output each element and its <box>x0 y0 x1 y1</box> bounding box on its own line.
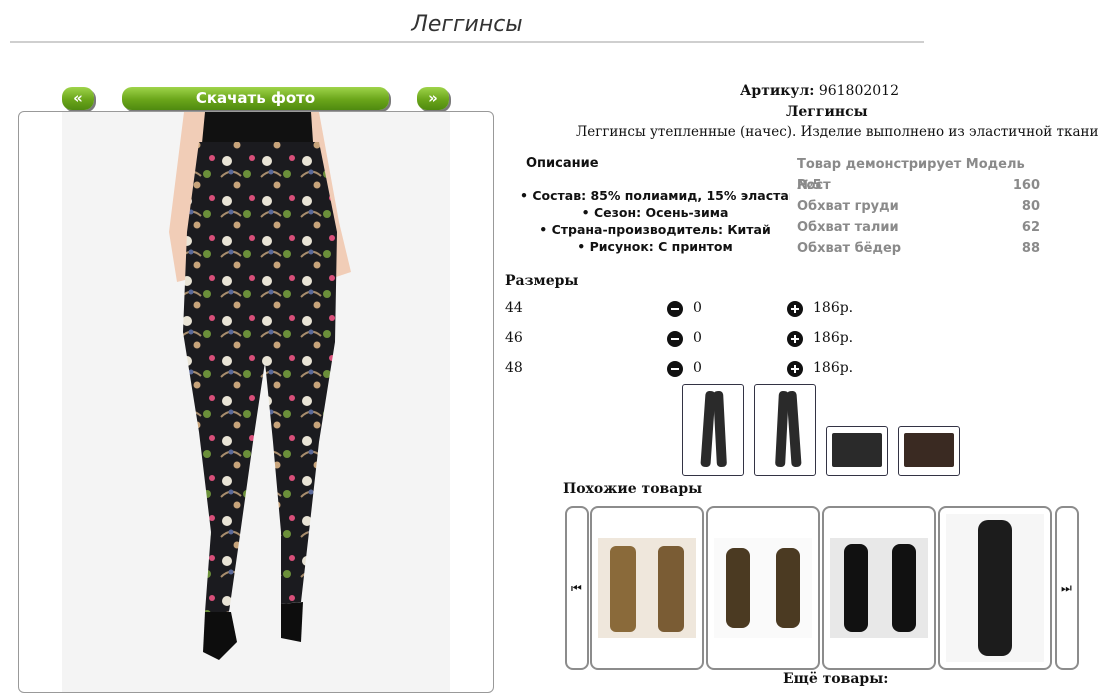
model-row: Обхват груди 80 <box>797 196 1040 217</box>
size-row: 48 0 186р. <box>505 360 905 380</box>
main-product-photo[interactable] <box>18 111 494 693</box>
model-row-label: Рост <box>797 178 831 193</box>
minus-circle-icon[interactable] <box>667 361 683 377</box>
size-row: 46 0 186р. <box>505 330 905 350</box>
similar-product-card[interactable] <box>590 506 704 670</box>
model-row-value: 88 <box>1021 241 1040 256</box>
similar-product-image <box>946 514 1044 662</box>
sizes-title: Размеры <box>505 273 579 289</box>
skip-back-icon: ⏮ <box>571 581 582 595</box>
size-qty: 0 <box>693 330 702 346</box>
model-row: Обхват бёдер 88 <box>797 238 1040 259</box>
description-item: Сезон: Осень-зима <box>520 204 790 221</box>
model-header-text: Товар демонстрирует Модель №5 <box>797 157 1025 193</box>
size-qty: 0 <box>693 300 702 316</box>
thumb-figure <box>786 390 802 468</box>
figure-shape <box>776 548 800 628</box>
title-divider <box>10 41 924 43</box>
minus-circle-icon[interactable] <box>667 331 683 347</box>
description-item: Страна-производитель: Китай <box>520 221 790 238</box>
minus-circle-icon[interactable] <box>667 301 683 317</box>
download-photo-button[interactable]: Скачать фото <box>122 87 389 110</box>
size-price: 186р. <box>813 330 854 346</box>
product-name: Леггинсы <box>786 104 868 120</box>
description-list: Состав: 85% полиамид, 15% эластан Сезон:… <box>520 187 790 255</box>
plus-circle-icon[interactable] <box>787 331 803 347</box>
figure-shape <box>844 544 868 632</box>
model-row: Обхват талии 62 <box>797 217 1040 238</box>
figure-shape <box>726 548 750 628</box>
plus-circle-icon[interactable] <box>787 301 803 317</box>
model-row-value: 160 <box>1012 178 1040 193</box>
next-photo-button[interactable]: » <box>417 87 449 110</box>
size-qty: 0 <box>693 360 702 376</box>
figure-shape <box>610 546 636 632</box>
similar-product-image <box>714 538 812 638</box>
thumb-figure <box>713 390 727 468</box>
carousel-prev-button[interactable]: ⏮ <box>565 506 589 670</box>
description-item: Состав: 85% полиамид, 15% эластан <box>520 187 790 204</box>
skip-forward-icon: ⏭ <box>1061 581 1072 595</box>
photo-thumbnail[interactable] <box>826 426 888 476</box>
similar-product-image <box>830 538 928 638</box>
product-short-description: Леггинсы утепленные (начес). Изделие вып… <box>576 124 1099 140</box>
description-item: Рисунок: С принтом <box>520 238 790 255</box>
carousel-next-button[interactable]: ⏭ <box>1055 506 1079 670</box>
figure-shape <box>658 546 684 632</box>
similar-product-card[interactable] <box>938 506 1052 670</box>
size-value: 44 <box>505 300 523 316</box>
model-row-label: Обхват талии <box>797 220 899 235</box>
page-title: Леггинсы <box>411 12 523 37</box>
model-row-label: Обхват бёдер <box>797 241 902 256</box>
model-row-value: 80 <box>1021 199 1040 214</box>
figure-shape <box>892 544 916 632</box>
more-products-label: Ещё товары: <box>783 671 889 687</box>
sku-value: 961802012 <box>818 83 899 99</box>
model-header: Товар демонстрирует Модель №5 <box>797 154 1040 193</box>
model-row: Рост 160 <box>797 175 1040 196</box>
size-value: 46 <box>505 330 523 346</box>
photo-thumbnail[interactable] <box>682 384 744 476</box>
sku-label: Артикул: <box>740 83 815 99</box>
size-price: 186р. <box>813 360 854 376</box>
leggings-illustration <box>169 112 351 660</box>
prev-photo-button[interactable]: « <box>62 87 94 110</box>
similar-products-title: Похожие товары <box>563 481 703 497</box>
description-title: Описание <box>526 156 599 171</box>
photo-thumbnail[interactable] <box>898 426 960 476</box>
size-value: 48 <box>505 360 523 376</box>
thumb-figure <box>832 433 882 467</box>
similar-product-image <box>598 538 696 638</box>
similar-product-card[interactable] <box>706 506 820 670</box>
size-row: 44 0 186р. <box>505 300 905 320</box>
model-row-value: 62 <box>1021 220 1040 235</box>
model-params: Товар демонстрирует Модель №5 Рост 160 Об… <box>797 154 1040 259</box>
photo-thumbnail[interactable] <box>754 384 816 476</box>
figure-shape <box>978 520 1012 656</box>
plus-circle-icon[interactable] <box>787 361 803 377</box>
thumb-figure <box>904 433 954 467</box>
size-price: 186р. <box>813 300 854 316</box>
model-row-label: Обхват груди <box>797 199 899 214</box>
sku-line: Артикул: 961802012 <box>740 83 899 99</box>
similar-product-card[interactable] <box>822 506 936 670</box>
